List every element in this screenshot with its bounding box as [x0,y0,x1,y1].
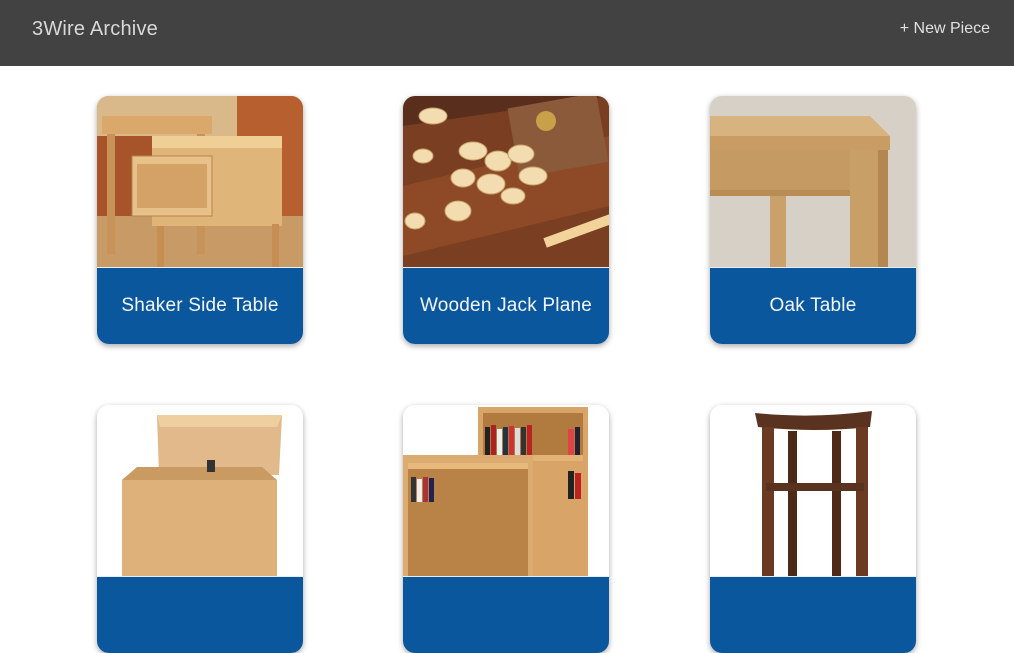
bookcase-photo [403,405,609,576]
shaker-side-table-photo [97,96,303,267]
piece-card-bookcase[interactable] [403,405,609,653]
blanket-chest-photo [97,405,303,576]
piece-title: Shaker Side Table [97,268,303,344]
piece-card-bar-stool[interactable] [710,405,916,653]
piece-card-oak-table[interactable]: Oak Table [710,96,916,344]
brand-link[interactable]: 3Wire Archive [32,18,158,41]
piece-card-blanket-chest[interactable] [97,405,303,653]
piece-title: Oak Table [710,268,916,344]
bar-stool-photo [710,405,916,576]
piece-title [97,577,303,653]
piece-card-wooden-jack-plane[interactable]: Wooden Jack Plane [403,96,609,344]
jack-plane-shavings-photo [403,96,609,267]
piece-title: Wooden Jack Plane [403,268,609,344]
oak-table-photo [710,96,916,267]
top-navbar: 3Wire Archive + New Piece [0,0,1014,66]
piece-card-shaker-side-table[interactable]: Shaker Side Table [97,96,303,344]
new-piece-link[interactable]: + New Piece [900,20,990,38]
piece-title [403,577,609,653]
piece-title [710,577,916,653]
